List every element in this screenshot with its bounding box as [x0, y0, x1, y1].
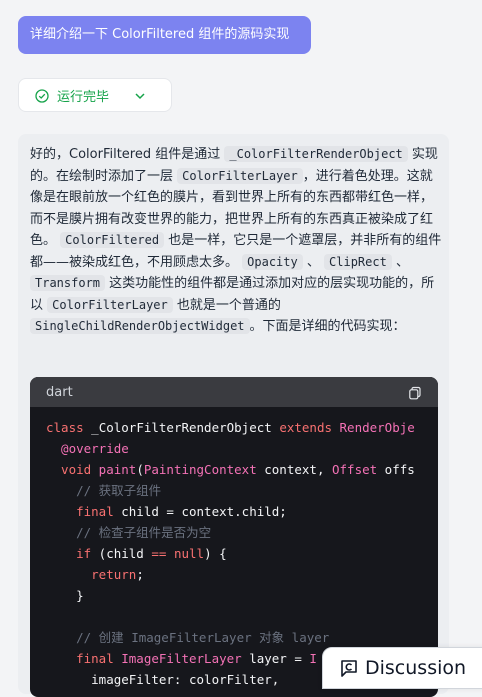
inline-code: ColorFilterLayer — [177, 167, 303, 184]
user-message: 详细介绍一下 ColorFiltered 组件的源码实现 — [18, 16, 311, 54]
code-line: @override — [46, 441, 129, 456]
inline-code: _ColorFilterRenderObject — [224, 146, 408, 162]
code-line: final child = context.child; — [46, 504, 287, 519]
inline-code: ClipRect — [324, 253, 392, 270]
code-language-label: dart — [46, 384, 73, 400]
copy-icon[interactable] — [408, 385, 422, 400]
code-line: class _ColorFilterRenderObject extends R… — [46, 420, 415, 435]
check-circle-icon — [35, 88, 49, 103]
discussion-label: Discussion — [365, 657, 467, 679]
code-line: // 创建 ImageFilterLayer 对象 layer — [46, 630, 330, 645]
status-label: 运行完毕 — [57, 89, 110, 105]
inline-code: ColorFiltered — [60, 232, 165, 248]
chevron-down-icon[interactable] — [133, 88, 147, 102]
chat-c-icon — [339, 658, 359, 678]
discussion-button[interactable]: Discussion — [322, 647, 482, 689]
code-block-header: dart — [30, 377, 438, 407]
inline-code: Transform — [30, 275, 106, 291]
inline-code: ColorFilterLayer — [47, 296, 173, 313]
code-line: if (child == null) { — [46, 546, 227, 561]
code-line: } — [46, 588, 84, 603]
run-status-toggle[interactable]: 运行完毕 — [18, 78, 172, 112]
answer-paragraph: 好的，ColorFiltered 组件是通过 _ColorFilterRende… — [30, 146, 442, 334]
code-line: // 检查子组件是否为空 — [46, 525, 212, 540]
code-line: void paint(PaintingContext context, Offs… — [46, 462, 415, 477]
code-line: return; — [46, 567, 144, 582]
inline-code: Opacity — [242, 253, 303, 270]
inline-code: SingleChildRenderObjectWidget — [30, 318, 250, 334]
code-line: // 获取子组件 — [46, 483, 162, 498]
